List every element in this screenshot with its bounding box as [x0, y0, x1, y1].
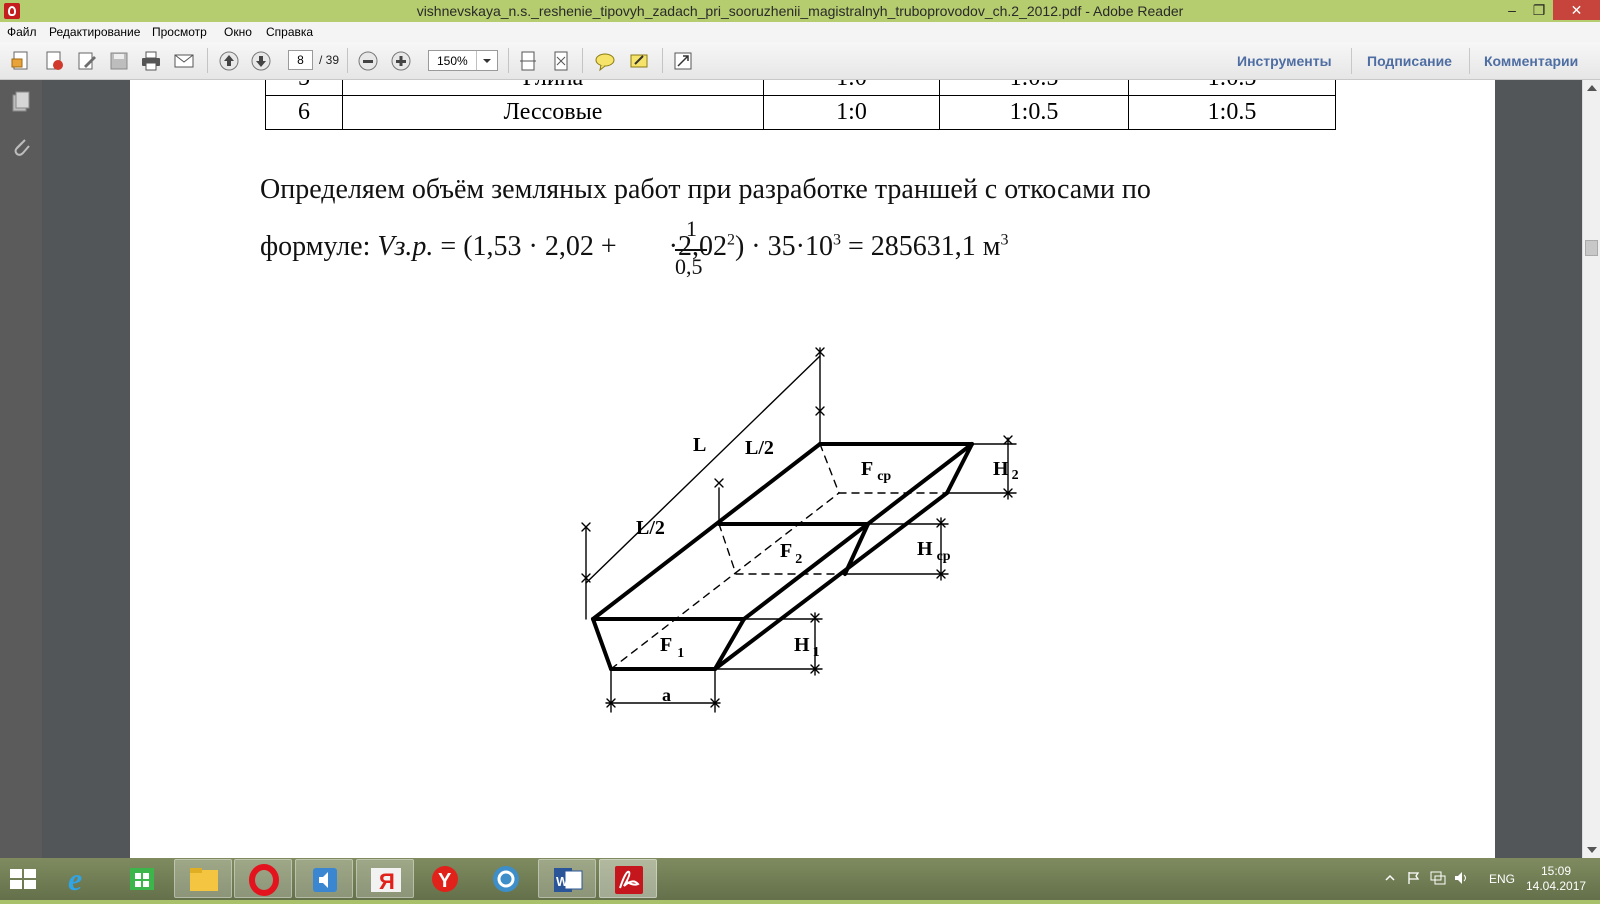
- label-L: L: [693, 434, 706, 456]
- file-explorer-icon[interactable]: [174, 859, 232, 898]
- fit-page-icon[interactable]: [517, 50, 539, 72]
- clock-time: 15:09: [1540, 864, 1572, 878]
- fullscreen-icon[interactable]: [672, 50, 694, 72]
- store-icon[interactable]: [113, 859, 171, 898]
- internet-explorer-icon[interactable]: e: [52, 859, 110, 898]
- edit-icon[interactable]: [76, 50, 98, 72]
- svg-text:e: e: [68, 861, 82, 897]
- clock[interactable]: 15:09 14.04.2017: [1526, 864, 1586, 894]
- adobe-reader-icon[interactable]: [599, 859, 657, 898]
- flag-icon[interactable]: [1407, 871, 1421, 885]
- page-number-input[interactable]: [288, 50, 313, 70]
- attachments-icon[interactable]: [10, 134, 32, 158]
- toolbar: / 39 150% Инструменты Подписание Коммент…: [0, 42, 1600, 80]
- navigation-panel: [0, 80, 43, 858]
- next-page-icon[interactable]: [250, 50, 272, 72]
- clock-date: 14.04.2017: [1526, 879, 1587, 893]
- taskbar: e Я Y W ENG 15:09 14.04.2017: [0, 858, 1600, 900]
- label-Hcp: Hср: [917, 538, 951, 564]
- tools-button[interactable]: Инструменты: [1237, 53, 1332, 69]
- label-H2: H2: [993, 458, 1019, 483]
- title-bar: vishnevskaya_n.s._reshenie_tipovyh_zadac…: [0, 0, 1600, 22]
- volume-app-icon[interactable]: [295, 859, 353, 898]
- label-F1: F1: [660, 634, 684, 661]
- page-thumbnails-icon[interactable]: [10, 90, 32, 114]
- document-view[interactable]: 5 Глина 1:0 1:0.5 1:0.5 6 Лессовые 1:0 1…: [42, 80, 1582, 858]
- menu-file[interactable]: Файл: [7, 25, 37, 39]
- menu-help[interactable]: Справка: [266, 25, 313, 39]
- menu-edit[interactable]: Редактирование: [49, 25, 140, 39]
- label-F2: F2: [780, 540, 802, 567]
- zoom-out-icon[interactable]: [357, 50, 379, 72]
- trench-diagram: L L/2 L/2 Fср H2 F2 Hср F1 H1 a: [581, 347, 1019, 713]
- label-a: a: [662, 685, 671, 705]
- pdf-page: 5 Глина 1:0 1:0.5 1:0.5 6 Лессовые 1:0 1…: [130, 80, 1495, 858]
- label-H1: H1: [794, 634, 820, 660]
- highlight-icon[interactable]: [628, 50, 650, 72]
- email-icon[interactable]: [173, 50, 195, 72]
- language-indicator[interactable]: ENG: [1489, 872, 1515, 886]
- opera-icon[interactable]: [234, 859, 292, 898]
- minimize-button[interactable]: –: [1497, 0, 1527, 20]
- fit-width-icon[interactable]: [550, 50, 572, 72]
- maximize-button[interactable]: ❐: [1524, 0, 1554, 20]
- network-icon[interactable]: [1430, 871, 1446, 885]
- print-icon[interactable]: [140, 50, 162, 72]
- yandex-browser-icon[interactable]: Y: [416, 859, 474, 898]
- sign-button[interactable]: Подписание: [1367, 53, 1452, 69]
- comment-icon[interactable]: [594, 50, 616, 72]
- app-circle-icon[interactable]: [477, 859, 535, 898]
- scroll-down-icon[interactable]: [1587, 847, 1597, 853]
- svg-text:Я: Я: [379, 869, 395, 894]
- windows-start-icon[interactable]: [10, 869, 36, 889]
- scroll-up-icon[interactable]: [1587, 85, 1597, 91]
- word-icon[interactable]: W: [538, 859, 596, 898]
- yandex-icon[interactable]: Я: [356, 859, 414, 898]
- vertical-scrollbar[interactable]: [1582, 80, 1600, 858]
- zoom-value: 150%: [437, 54, 468, 68]
- menu-window[interactable]: Окно: [224, 25, 252, 39]
- convert-icon[interactable]: [43, 50, 65, 72]
- window-title: vishnevskaya_n.s._reshenie_tipovyh_zadac…: [416, 3, 1184, 19]
- label-L2-top: L/2: [745, 437, 774, 459]
- page-total: / 39: [319, 53, 340, 67]
- create-pdf-icon[interactable]: [10, 50, 32, 72]
- close-button[interactable]: ✕: [1553, 0, 1600, 20]
- menu-bar: Файл Редактирование Просмотр Окно Справк…: [0, 22, 1600, 42]
- scroll-thumb[interactable]: [1585, 240, 1598, 256]
- speaker-icon[interactable]: [1454, 871, 1470, 885]
- zoom-in-icon[interactable]: [390, 50, 412, 72]
- svg-text:Y: Y: [438, 870, 452, 892]
- menu-view[interactable]: Просмотр: [152, 25, 207, 39]
- comment-button[interactable]: Комментарии: [1484, 53, 1578, 69]
- chevron-up-icon[interactable]: [1385, 873, 1395, 883]
- zoom-select[interactable]: 150%: [428, 50, 498, 71]
- prev-page-icon[interactable]: [218, 50, 240, 72]
- save-icon[interactable]: [108, 50, 130, 72]
- chevron-down-icon[interactable]: [476, 51, 497, 70]
- label-Fcp: Fср: [861, 458, 891, 484]
- label-L2-left: L/2: [636, 517, 665, 539]
- svg-text:W: W: [556, 874, 569, 889]
